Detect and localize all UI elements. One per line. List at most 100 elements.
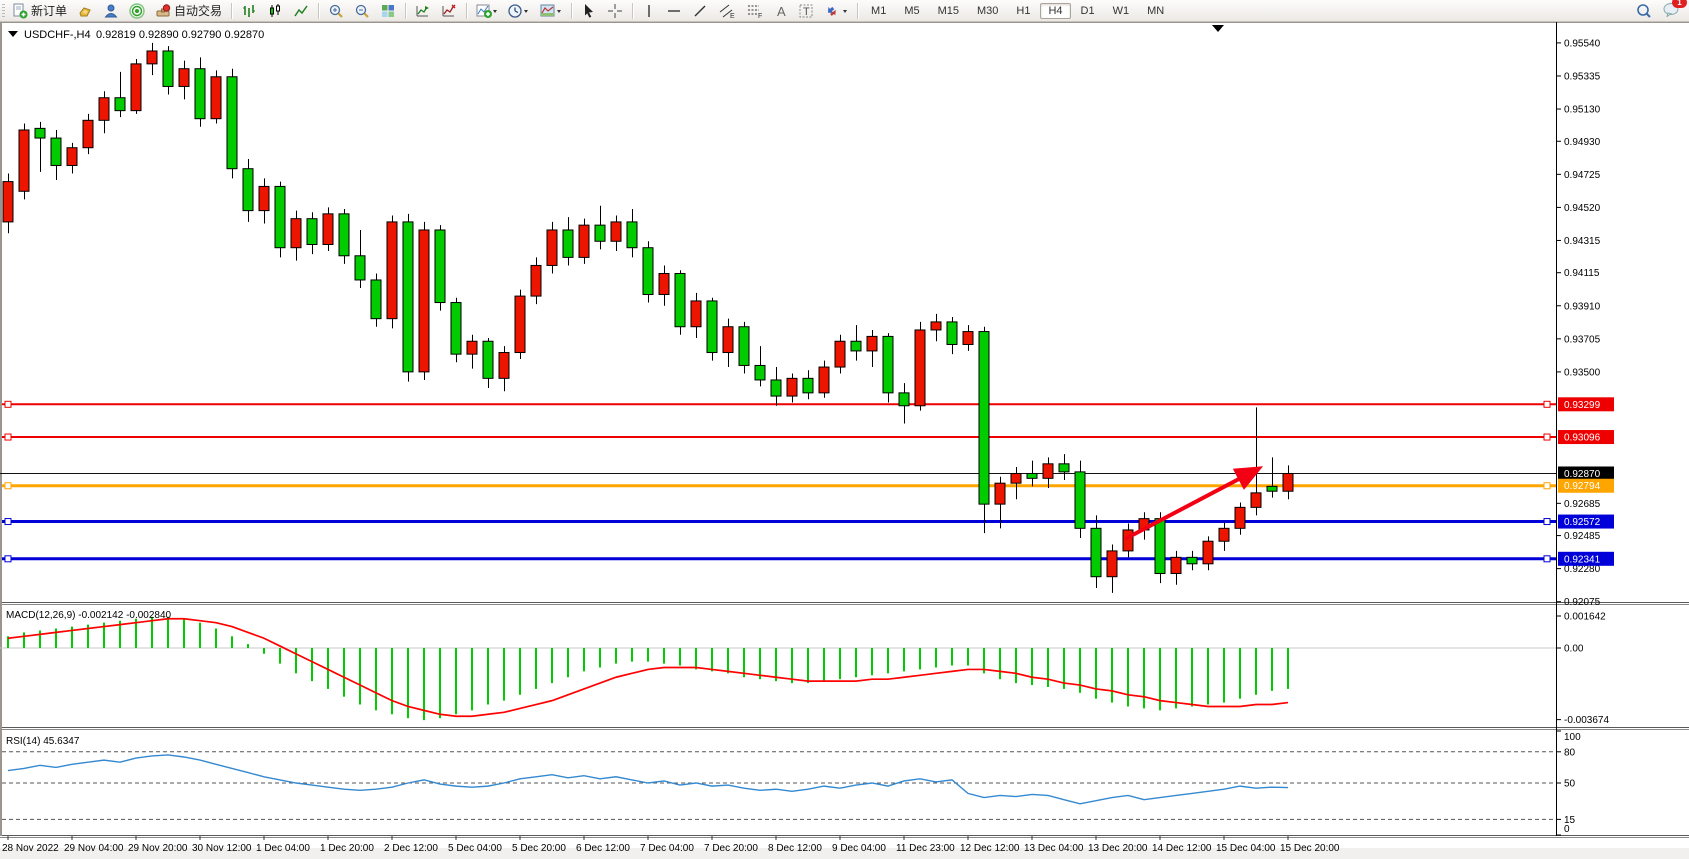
candle-bullish[interactable] bbox=[915, 330, 925, 406]
candle-bullish[interactable] bbox=[515, 296, 525, 352]
candle-bullish[interactable] bbox=[963, 332, 973, 345]
indicators-add-button[interactable] bbox=[472, 2, 502, 19]
hline-handle-right[interactable] bbox=[1544, 483, 1550, 489]
candle-bullish[interactable] bbox=[499, 353, 509, 379]
candle-bullish[interactable] bbox=[1011, 473, 1021, 483]
candle-bearish[interactable] bbox=[947, 322, 957, 345]
channel-tool-button[interactable]: E bbox=[714, 2, 740, 19]
new-order-button[interactable]: 新订单 bbox=[8, 2, 71, 19]
candle-bullish[interactable] bbox=[1283, 473, 1293, 491]
hline-handle-left[interactable] bbox=[5, 401, 11, 407]
tf-button-h1[interactable]: H1 bbox=[1008, 3, 1038, 19]
auto-trading-button[interactable]: 自动交易 bbox=[151, 2, 226, 19]
hline-handle-right[interactable] bbox=[1544, 401, 1550, 407]
candle-bearish[interactable] bbox=[1187, 557, 1197, 563]
trendline-tool-button[interactable] bbox=[688, 2, 712, 19]
candle-bullish[interactable] bbox=[691, 301, 701, 327]
candle-bullish[interactable] bbox=[611, 222, 621, 241]
candle-bullish[interactable] bbox=[931, 322, 941, 330]
candle-bullish[interactable] bbox=[531, 265, 541, 296]
templates-button[interactable] bbox=[536, 2, 566, 19]
community-button[interactable] bbox=[99, 2, 123, 19]
candle-bearish[interactable] bbox=[1075, 472, 1085, 528]
candle-bullish[interactable] bbox=[67, 148, 77, 166]
candle-bullish[interactable] bbox=[1123, 530, 1133, 551]
candle-bearish[interactable] bbox=[979, 332, 989, 505]
candle-bearish[interactable] bbox=[163, 51, 173, 86]
candle-bearish[interactable] bbox=[643, 248, 653, 295]
tf-button-w1[interactable]: W1 bbox=[1105, 3, 1138, 19]
candle-bullish[interactable] bbox=[547, 230, 557, 265]
candle-bearish[interactable] bbox=[1059, 464, 1069, 472]
candle-bullish[interactable] bbox=[835, 341, 845, 367]
arrows-tool-button[interactable] bbox=[820, 2, 852, 19]
cursor-tool-button[interactable] bbox=[577, 2, 601, 19]
notifications-button[interactable]: 1 bbox=[1663, 1, 1681, 20]
candle-bearish[interactable] bbox=[435, 230, 445, 303]
candle-bearish[interactable] bbox=[243, 169, 253, 211]
zoom-in-button[interactable] bbox=[324, 2, 348, 19]
candle-bullish[interactable] bbox=[787, 378, 797, 396]
candle-bullish[interactable] bbox=[867, 336, 877, 351]
candle-bearish[interactable] bbox=[483, 341, 493, 378]
tf-button-m30[interactable]: M30 bbox=[969, 3, 1006, 19]
zoom-out-button[interactable] bbox=[350, 2, 374, 19]
hline-handle-left[interactable] bbox=[5, 519, 11, 525]
candle-bearish[interactable] bbox=[355, 256, 365, 280]
hline-handle-left[interactable] bbox=[5, 434, 11, 440]
candle-bullish[interactable] bbox=[99, 98, 109, 121]
periods-clock-button[interactable] bbox=[504, 2, 534, 19]
signals-button[interactable] bbox=[125, 2, 149, 19]
candle-bullish[interactable] bbox=[323, 214, 333, 245]
candle-bullish[interactable] bbox=[1219, 528, 1229, 541]
line-chart-button[interactable] bbox=[289, 2, 313, 19]
candle-bearish[interactable] bbox=[707, 301, 717, 353]
candle-bearish[interactable] bbox=[307, 219, 317, 245]
hline-handle-left[interactable] bbox=[5, 483, 11, 489]
candle-bearish[interactable] bbox=[371, 280, 381, 319]
candle-bullish[interactable] bbox=[723, 327, 733, 353]
chart-shift-button[interactable] bbox=[411, 2, 435, 19]
hline-handle-left[interactable] bbox=[5, 556, 11, 562]
hline-handle-right[interactable] bbox=[1544, 519, 1550, 525]
candle-bearish[interactable] bbox=[755, 365, 765, 380]
candle-bullish[interactable] bbox=[147, 51, 157, 64]
candle-bullish[interactable] bbox=[19, 130, 29, 191]
candle-bearish[interactable] bbox=[563, 230, 573, 257]
hline-handle-right[interactable] bbox=[1544, 556, 1550, 562]
candle-bullish[interactable] bbox=[467, 341, 477, 354]
tf-button-m1[interactable]: M1 bbox=[863, 3, 894, 19]
candle-bearish[interactable] bbox=[1027, 473, 1037, 478]
chart-autoscroll-button[interactable] bbox=[437, 2, 461, 19]
candle-bearish[interactable] bbox=[851, 341, 861, 351]
candle-bullish[interactable] bbox=[83, 120, 93, 147]
candle-bullish[interactable] bbox=[819, 367, 829, 393]
candle-bullish[interactable] bbox=[579, 225, 589, 257]
candle-bullish[interactable] bbox=[259, 186, 269, 210]
toolbar-grip[interactable] bbox=[2, 4, 5, 18]
tile-windows-button[interactable] bbox=[376, 2, 400, 19]
candle-bearish[interactable] bbox=[899, 393, 909, 406]
fibonacci-tool-button[interactable]: F bbox=[742, 2, 768, 19]
bar-chart-button[interactable] bbox=[237, 2, 261, 19]
candle-bullish[interactable] bbox=[1107, 551, 1117, 577]
tf-button-mn[interactable]: MN bbox=[1139, 3, 1172, 19]
candle-bullish[interactable] bbox=[387, 222, 397, 319]
candle-bullish[interactable] bbox=[995, 483, 1005, 504]
candle-bearish[interactable] bbox=[403, 222, 413, 372]
candle-bullish[interactable] bbox=[1251, 493, 1261, 508]
crosshair-tool-button[interactable] bbox=[603, 2, 627, 19]
candle-bearish[interactable] bbox=[1267, 486, 1277, 491]
gold-button[interactable] bbox=[73, 2, 97, 19]
candle-bullish[interactable] bbox=[1203, 541, 1213, 564]
candle-bearish[interactable] bbox=[883, 336, 893, 392]
tf-button-h4[interactable]: H4 bbox=[1040, 3, 1070, 19]
candle-bullish[interactable] bbox=[659, 274, 669, 295]
text-label-tool-button[interactable]: T bbox=[794, 2, 818, 19]
candle-bearish[interactable] bbox=[227, 77, 237, 169]
candle-bullish[interactable] bbox=[1171, 557, 1181, 573]
tf-button-d1[interactable]: D1 bbox=[1073, 3, 1103, 19]
candle-bearish[interactable] bbox=[339, 214, 349, 256]
candle-bearish[interactable] bbox=[451, 303, 461, 355]
tf-button-m15[interactable]: M15 bbox=[930, 3, 967, 19]
